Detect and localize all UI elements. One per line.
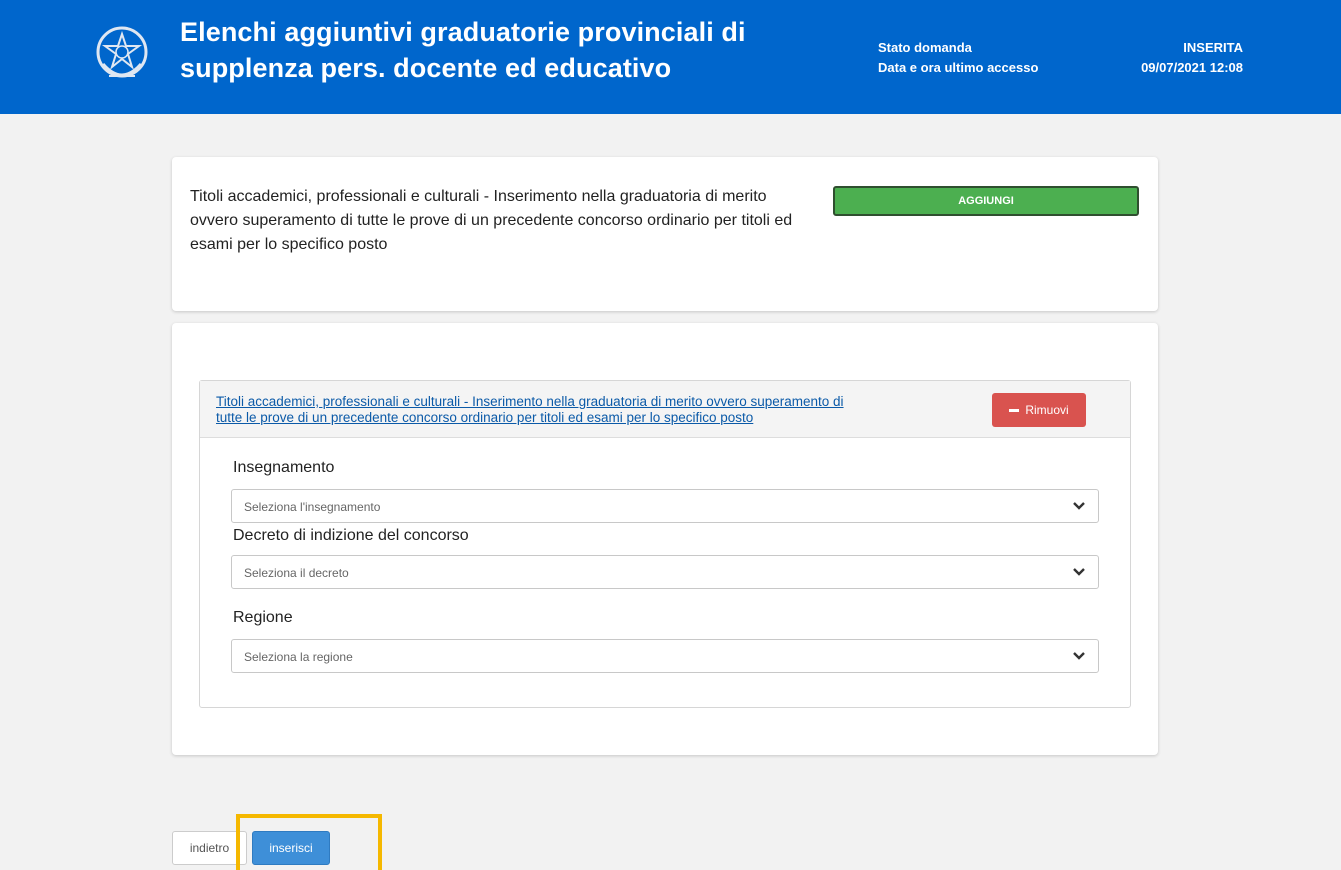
- minus-icon: [1009, 408, 1020, 412]
- italian-republic-emblem-icon: [96, 26, 148, 78]
- page-title-line2: supplenza pers. docente ed educativo: [180, 53, 672, 83]
- entry-panel: Titoli accademici, professionali e cultu…: [199, 380, 1131, 708]
- entry-panel-header: Titoli accademici, professionali e cultu…: [200, 381, 1130, 438]
- regione-placeholder: Seleziona la regione: [244, 650, 353, 664]
- page-title-line1: Elenchi aggiuntivi graduatorie provincia…: [180, 17, 746, 47]
- chevron-down-icon: [1073, 652, 1085, 660]
- status-label: Stato domanda: [878, 40, 972, 55]
- chevron-down-icon: [1073, 502, 1085, 510]
- status-values: INSERITA 09/07/2021 12:08: [1141, 38, 1243, 78]
- entry-panel-title-line1: Titoli accademici, professionali e cultu…: [216, 394, 844, 409]
- app-header: Elenchi aggiuntivi graduatorie provincia…: [0, 0, 1341, 114]
- intro-card: Titoli accademici, professionali e cultu…: [172, 157, 1158, 311]
- remove-button-label: Rimuovi: [1025, 403, 1069, 417]
- decreto-label: Decreto di indizione del concorso: [233, 527, 469, 544]
- last-access-label: Data e ora ultimo accesso: [878, 60, 1039, 75]
- decreto-select[interactable]: Seleziona il decreto: [231, 555, 1099, 589]
- insegnamento-placeholder: Seleziona l'insegnamento: [244, 500, 381, 514]
- remove-button[interactable]: Rimuovi: [992, 393, 1086, 427]
- add-button[interactable]: AGGIUNGI: [833, 186, 1139, 216]
- chevron-down-icon: [1073, 568, 1085, 576]
- regione-label: Regione: [233, 609, 293, 626]
- last-access-value: 09/07/2021 12:08: [1141, 60, 1243, 75]
- decreto-placeholder: Seleziona il decreto: [244, 566, 349, 580]
- submit-button[interactable]: inserisci: [252, 831, 330, 865]
- intro-text: Titoli accademici, professionali e cultu…: [190, 188, 793, 253]
- back-button[interactable]: indietro: [172, 831, 247, 865]
- status-labels: Stato domanda Data e ora ultimo accesso: [878, 38, 1038, 78]
- status-value: INSERITA: [1183, 40, 1243, 55]
- insegnamento-select[interactable]: Seleziona l'insegnamento: [231, 489, 1099, 523]
- entry-panel-title-link[interactable]: Titoli accademici, professionali e cultu…: [216, 394, 976, 426]
- insegnamento-label: Insegnamento: [233, 459, 335, 476]
- entry-panel-title-line2: tutte le prove di un precedente concorso…: [216, 410, 754, 425]
- page-title: Elenchi aggiuntivi graduatorie provincia…: [180, 14, 820, 86]
- entry-card: Titoli accademici, professionali e cultu…: [172, 323, 1158, 755]
- regione-select[interactable]: Seleziona la regione: [231, 639, 1099, 673]
